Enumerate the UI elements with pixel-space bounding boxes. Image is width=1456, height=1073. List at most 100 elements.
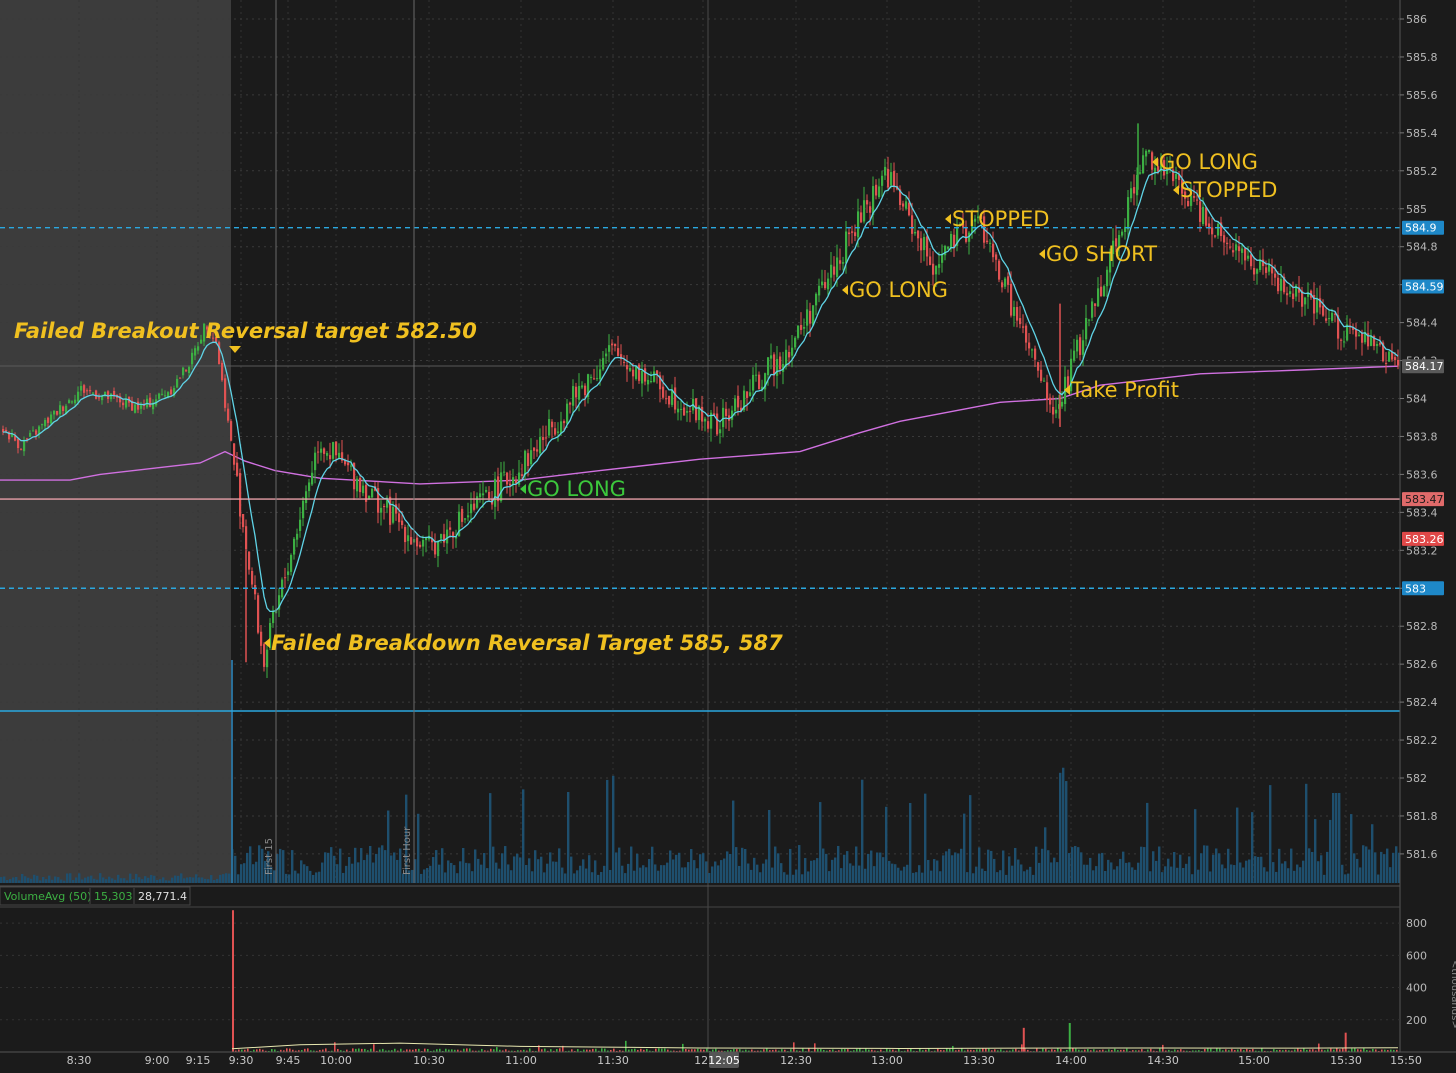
volume-bar <box>6 880 9 883</box>
volume-bar <box>324 852 327 883</box>
volume-bar <box>1107 859 1110 883</box>
volume-bar <box>1059 772 1062 883</box>
volume-bar <box>159 879 162 883</box>
volume-bar <box>975 866 978 883</box>
candle <box>44 420 47 427</box>
volume-bar <box>1269 785 1272 883</box>
volume-bar <box>1188 856 1191 883</box>
candle <box>440 534 443 539</box>
volume-bar <box>468 863 471 883</box>
candle <box>545 437 548 439</box>
candle <box>1322 305 1325 316</box>
volume-bar <box>288 874 291 883</box>
volume-bar <box>966 872 969 883</box>
price-chart[interactable]: First 15 First Hour Failed Breakout Rever… <box>0 0 1456 1069</box>
volume-bar <box>555 861 558 883</box>
volume-bar <box>84 877 87 883</box>
candle <box>599 369 602 380</box>
candle <box>1229 246 1232 248</box>
candle <box>1394 357 1397 361</box>
candle <box>1379 342 1382 345</box>
volume-bar <box>882 857 885 883</box>
volume-bar <box>1011 865 1014 883</box>
volume-bar <box>210 875 213 883</box>
volume-bar <box>108 876 111 883</box>
price-axis[interactable]: 586585.8585.6585.4585.2585584.8584.6584.… <box>1399 0 1456 1069</box>
volume-bar <box>546 863 549 883</box>
volume-bar <box>585 868 588 883</box>
candle <box>1151 152 1154 170</box>
volume-bar <box>360 848 363 883</box>
candle <box>317 451 320 453</box>
volume-bar <box>750 869 753 883</box>
volume-bar <box>1002 850 1005 883</box>
candle <box>1274 273 1277 278</box>
volume-bar <box>714 861 717 883</box>
candle <box>242 513 245 528</box>
volume-bar <box>969 795 972 883</box>
candle <box>305 491 308 504</box>
price-tick-label: 582.4 <box>1406 696 1438 709</box>
candle <box>560 421 563 434</box>
candle <box>680 408 683 410</box>
annotation-label: GO SHORT <box>1046 242 1157 266</box>
volume-bar <box>303 864 306 883</box>
candle <box>362 485 365 494</box>
volume-bar <box>1134 869 1137 883</box>
candle <box>299 519 302 531</box>
volume-bar <box>636 853 639 883</box>
candle <box>92 392 95 394</box>
volume-bar <box>960 848 963 883</box>
volume-bar <box>1308 848 1311 883</box>
candle <box>323 448 326 454</box>
volume-bar <box>865 1048 867 1052</box>
candle <box>227 408 230 421</box>
volume-spike-bar <box>1344 1032 1347 1052</box>
candle <box>1010 283 1013 316</box>
candle <box>521 474 524 477</box>
candle <box>872 186 875 216</box>
volume-bar <box>474 849 477 883</box>
volume-bar <box>366 854 369 883</box>
volume-bar <box>1077 847 1080 883</box>
candle <box>77 391 80 402</box>
annotation-label: Failed Breakout Reversal target 582.50 <box>14 319 477 343</box>
volume-bar <box>1116 866 1119 883</box>
candle <box>755 374 758 376</box>
volume-bar <box>198 877 201 883</box>
candle <box>500 472 503 502</box>
volume-bar <box>93 878 96 883</box>
volume-bar <box>886 1048 888 1052</box>
volume-bar <box>504 846 507 883</box>
candle <box>578 385 581 400</box>
candle <box>308 482 311 492</box>
volume-bar <box>498 868 501 883</box>
volume-bar <box>645 867 648 883</box>
candle <box>947 246 950 249</box>
candle <box>503 471 506 473</box>
volume-bar <box>804 858 807 883</box>
volume-bar <box>1389 867 1392 883</box>
candle <box>575 386 578 398</box>
volume-bar <box>1351 1048 1353 1052</box>
candle <box>596 378 599 380</box>
volume-bar <box>447 860 450 883</box>
volume-bar <box>216 878 219 883</box>
candle <box>185 370 188 372</box>
volume-bar <box>753 857 756 883</box>
candle <box>788 351 791 358</box>
candle <box>1328 318 1331 320</box>
candle <box>581 385 584 388</box>
volume-bar <box>297 873 300 883</box>
volume-bar <box>1338 793 1341 883</box>
candle <box>1034 348 1037 360</box>
candle <box>434 542 437 555</box>
volume-bar <box>1263 867 1266 883</box>
volume-bar <box>822 848 825 883</box>
candle <box>1001 282 1004 288</box>
candle <box>557 431 560 433</box>
candle <box>860 212 863 223</box>
candle <box>260 631 263 646</box>
candle <box>737 395 740 408</box>
volume-bar <box>75 877 78 883</box>
